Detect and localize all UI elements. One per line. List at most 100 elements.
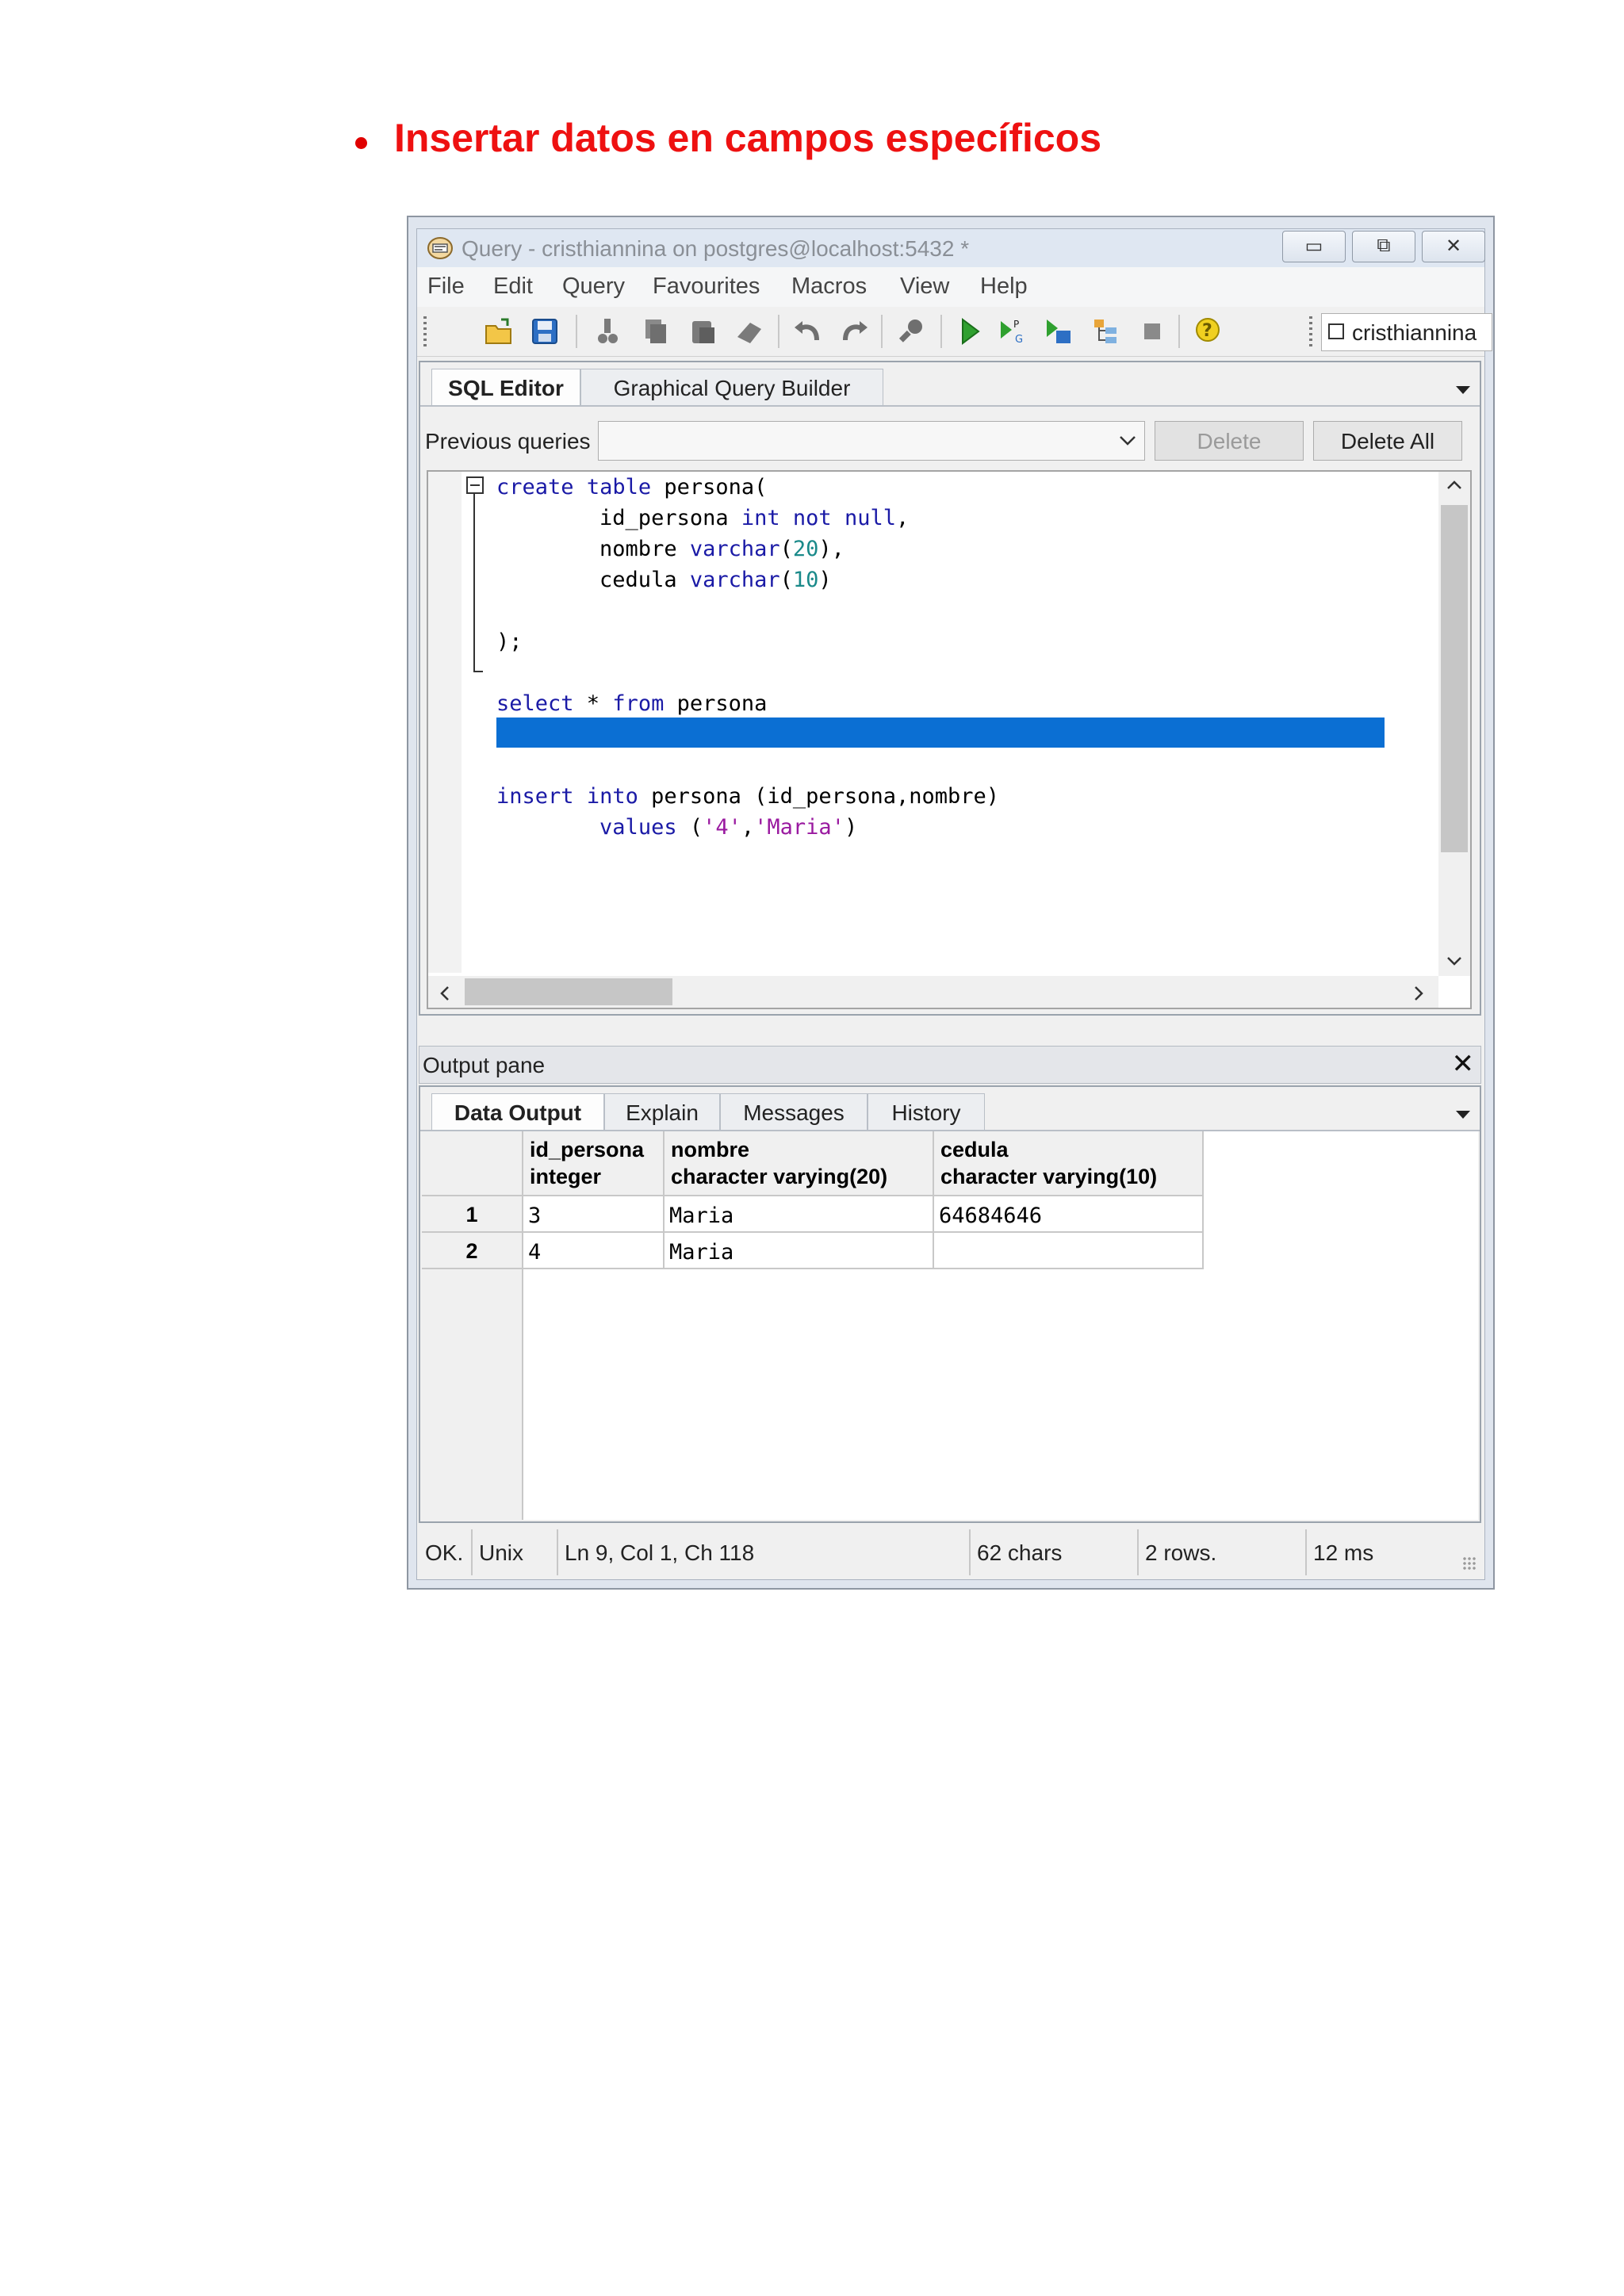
menu-edit[interactable]: Edit bbox=[493, 274, 533, 300]
execute-icon[interactable] bbox=[955, 316, 985, 346]
output-tab-menu-chevron-down-icon[interactable] bbox=[1456, 1111, 1470, 1119]
vertical-scroll-thumb[interactable] bbox=[1441, 505, 1468, 852]
database-name: cristhiannina bbox=[1352, 320, 1477, 345]
find-icon[interactable] bbox=[896, 316, 926, 346]
output-pane-title: Output pane bbox=[423, 1053, 546, 1077]
fold-collapse-icon[interactable] bbox=[466, 476, 484, 494]
toolbar-grip[interactable] bbox=[1309, 316, 1312, 348]
table-cell[interactable]: 3 bbox=[523, 1196, 665, 1233]
menu-bar: File Edit Query Favourites Macros View H… bbox=[417, 267, 1484, 307]
menu-query[interactable]: Query bbox=[562, 274, 625, 300]
status-position: Ln 9, Col 1, Ch 118 bbox=[558, 1529, 971, 1575]
database-selector[interactable]: cristhiannina bbox=[1321, 313, 1492, 351]
chevron-down-icon bbox=[1120, 436, 1136, 446]
status-rows: 2 rows. bbox=[1139, 1529, 1307, 1575]
tab-sql-editor[interactable]: SQL Editor bbox=[431, 369, 580, 405]
status-bar: OK. Unix Ln 9, Col 1, Ch 118 62 chars 2 … bbox=[419, 1529, 1481, 1575]
scroll-down-icon[interactable] bbox=[1446, 955, 1462, 966]
horizontal-scrollbar[interactable] bbox=[428, 976, 1438, 1008]
scroll-right-icon[interactable] bbox=[1413, 985, 1424, 1001]
bullet-icon bbox=[355, 136, 367, 149]
undo-icon[interactable] bbox=[793, 316, 823, 346]
toolbar-separator bbox=[778, 315, 779, 348]
window-frame: Query - cristhiannina on postgres@localh… bbox=[416, 228, 1492, 1580]
code-line: insert into persona (id_persona,nombre) bbox=[496, 784, 999, 809]
maximize-button[interactable]: ⧉ bbox=[1352, 231, 1415, 262]
cut-icon[interactable] bbox=[593, 316, 623, 346]
scroll-up-icon[interactable] bbox=[1446, 480, 1462, 491]
tab-history[interactable]: History bbox=[868, 1093, 985, 1130]
close-button[interactable]: ✕ bbox=[1422, 231, 1485, 262]
window-title: Query - cristhiannina on postgres@localh… bbox=[462, 236, 970, 261]
delete-all-button[interactable]: Delete All bbox=[1313, 421, 1462, 461]
clear-icon[interactable] bbox=[734, 316, 764, 346]
stop-icon[interactable] bbox=[1137, 316, 1167, 346]
table-cell[interactable]: 64684646 bbox=[934, 1196, 1204, 1233]
toolbar: P G ? cristhiannina bbox=[417, 307, 1492, 357]
horizontal-scroll-thumb[interactable] bbox=[465, 978, 672, 1005]
delete-button[interactable]: Delete bbox=[1155, 421, 1304, 461]
column-name: cedula bbox=[940, 1138, 1009, 1161]
tab-graphical-query-builder[interactable]: Graphical Query Builder bbox=[580, 369, 883, 405]
tab-divider bbox=[420, 405, 1480, 407]
column-name: id_persona bbox=[530, 1138, 645, 1161]
heading-text: Insertar datos en campos específicos bbox=[394, 116, 1102, 160]
help-icon[interactable]: ? bbox=[1193, 316, 1223, 346]
table-cell[interactable]: Maria bbox=[665, 1233, 934, 1269]
execute-pgscript-icon[interactable]: P G bbox=[998, 316, 1028, 346]
previous-queries-label: Previous queries bbox=[425, 429, 591, 453]
menu-macros[interactable]: Macros bbox=[791, 274, 867, 300]
tab-messages[interactable]: Messages bbox=[720, 1093, 868, 1130]
column-type: character varying(10) bbox=[940, 1165, 1158, 1188]
menu-file[interactable]: File bbox=[427, 274, 465, 300]
explain-icon[interactable] bbox=[1091, 316, 1121, 346]
column-name: nombre bbox=[671, 1138, 750, 1161]
database-checkbox[interactable] bbox=[1328, 323, 1344, 339]
close-output-pane-icon[interactable]: ✕ bbox=[1452, 1048, 1475, 1080]
tab-explain[interactable]: Explain bbox=[604, 1093, 720, 1130]
sql-editor[interactable]: create table persona( id_persona int not… bbox=[427, 470, 1472, 1009]
save-icon[interactable] bbox=[530, 316, 560, 346]
vertical-scrollbar[interactable] bbox=[1438, 472, 1470, 976]
code-line: values ('4','Maria') bbox=[599, 815, 858, 840]
code-line: create table persona( bbox=[496, 475, 768, 499]
copy-icon[interactable] bbox=[641, 316, 671, 346]
table-cell[interactable]: 4 bbox=[523, 1233, 665, 1269]
toolbar-grip[interactable] bbox=[423, 316, 427, 348]
open-file-icon[interactable] bbox=[484, 316, 514, 346]
svg-text:?: ? bbox=[1202, 321, 1212, 341]
execute-to-file-icon[interactable] bbox=[1044, 316, 1074, 346]
svg-text:G: G bbox=[1015, 334, 1023, 346]
column-header-cedula[interactable]: cedula character varying(10) bbox=[934, 1131, 1204, 1196]
code-line: nombre varchar(20), bbox=[496, 537, 845, 561]
title-bar[interactable]: Query - cristhiannina on postgres@localh… bbox=[417, 229, 1485, 267]
paste-icon[interactable] bbox=[688, 316, 718, 346]
code-line: select * from persona bbox=[496, 691, 768, 716]
previous-queries-dropdown[interactable] bbox=[598, 421, 1145, 461]
code-line: id_persona int not null, bbox=[496, 506, 910, 530]
code-line: ); bbox=[496, 629, 523, 654]
table-cell[interactable] bbox=[934, 1233, 1204, 1269]
menu-help[interactable]: Help bbox=[980, 274, 1028, 300]
fold-line bbox=[473, 494, 475, 672]
minimize-button[interactable]: ▭ bbox=[1282, 231, 1346, 262]
scroll-left-icon[interactable] bbox=[439, 985, 450, 1001]
row-header[interactable]: 1 bbox=[422, 1196, 523, 1233]
section-heading: Insertar datos en campos específicos bbox=[355, 115, 1101, 161]
grid-corner[interactable] bbox=[422, 1131, 523, 1196]
menu-view[interactable]: View bbox=[900, 274, 949, 300]
fold-line-end bbox=[473, 671, 483, 672]
menu-favourites[interactable]: Favourites bbox=[653, 274, 760, 300]
column-header-nombre[interactable]: nombre character varying(20) bbox=[665, 1131, 934, 1196]
status-line-ending: Unix bbox=[473, 1529, 558, 1575]
tab-menu-chevron-down-icon[interactable] bbox=[1456, 386, 1470, 394]
close-icon: ✕ bbox=[1445, 235, 1462, 257]
toolbar-separator bbox=[576, 315, 577, 348]
column-header-id-persona[interactable]: id_persona integer bbox=[523, 1131, 665, 1196]
resize-grip-icon[interactable] bbox=[1462, 1556, 1477, 1571]
row-header[interactable]: 2 bbox=[422, 1233, 523, 1269]
output-pane-header: Output pane ✕ bbox=[419, 1046, 1481, 1084]
table-cell[interactable]: Maria bbox=[665, 1196, 934, 1233]
tab-data-output[interactable]: Data Output bbox=[431, 1093, 604, 1130]
redo-icon[interactable] bbox=[839, 316, 869, 346]
